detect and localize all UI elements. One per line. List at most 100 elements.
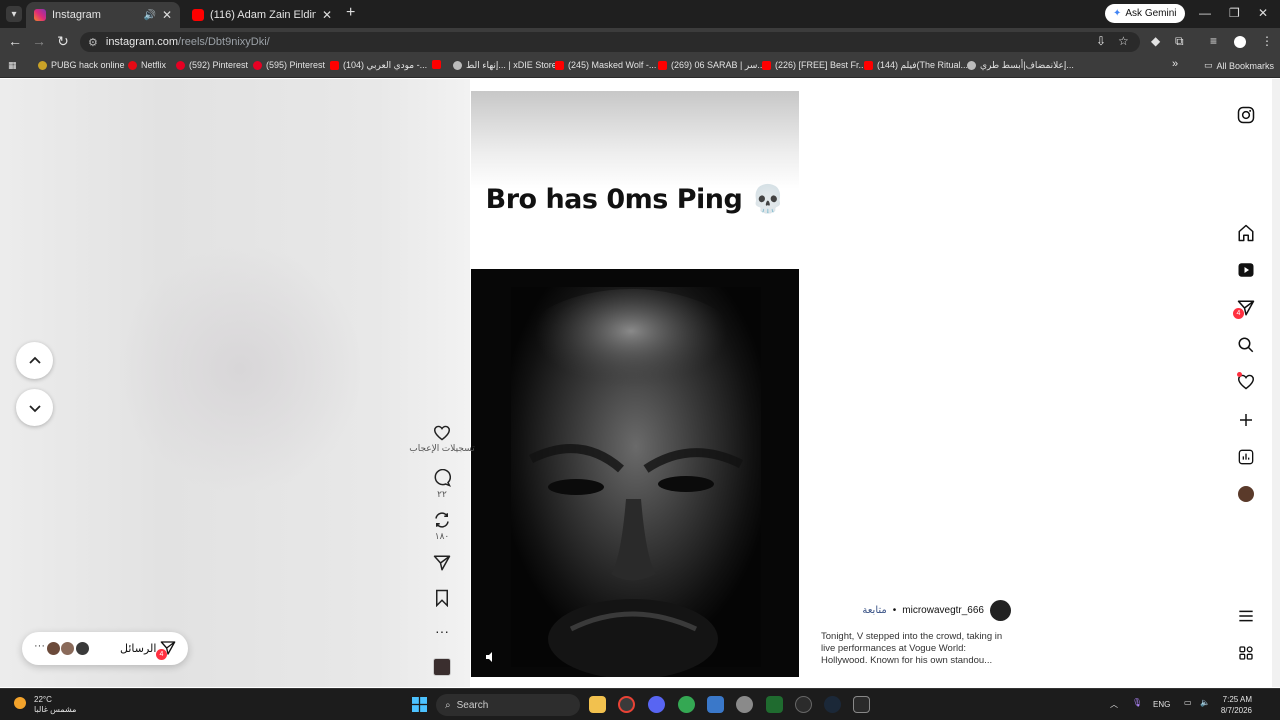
- minimize-icon[interactable]: —: [1199, 6, 1211, 20]
- instagram-logo-icon[interactable]: [1236, 105, 1256, 125]
- taskbar-clock[interactable]: 7:25 AM 8/7/2026: [1218, 694, 1252, 716]
- bookmark-item[interactable]: (592) Pinterest: [176, 60, 248, 70]
- reel-player[interactable]: Bro has 0ms Ping 💀: [471, 91, 799, 677]
- language-indicator[interactable]: ENG: [1153, 700, 1170, 709]
- bookmark-item[interactable]: إنهاء الط... | xDIE Store: [453, 60, 557, 71]
- tab-title: (116) Adam Zain Eldin - Ah Ya H: [210, 9, 316, 21]
- media-control-icon[interactable]: ≡: [1210, 34, 1217, 48]
- bookmark-item[interactable]: (245) Masked Wolf -...: [555, 60, 656, 70]
- tab-youtube[interactable]: (116) Adam Zain Eldin - Ah Ya H ✕: [184, 2, 340, 28]
- author-username[interactable]: microwavegtr_666: [902, 605, 984, 616]
- mute-icon[interactable]: [485, 651, 499, 665]
- repost-icon: [435, 512, 449, 528]
- author-avatar[interactable]: [990, 599, 1011, 621]
- chrome-icon[interactable]: [618, 696, 635, 713]
- folder-icon: ▭: [1204, 60, 1213, 70]
- like-button[interactable]: تسجيلات الإعجاب: [408, 425, 476, 454]
- restore-icon[interactable]: ❐: [1229, 6, 1240, 20]
- heart-icon: [433, 425, 451, 441]
- follow-button[interactable]: متابعة: [862, 605, 886, 616]
- post-description[interactable]: Tonight, V stepped into the crowd, takin…: [821, 631, 1007, 667]
- home-icon[interactable]: [1236, 223, 1256, 243]
- netflix-icon: [128, 60, 137, 70]
- instagram-favicon-icon: [34, 9, 46, 21]
- repost-button[interactable]: ١٨٠: [408, 511, 476, 542]
- reel-video[interactable]: [471, 269, 799, 677]
- taskbar-search[interactable]: ⌕ Search: [436, 694, 580, 716]
- network-icon[interactable]: ▭: [1184, 698, 1192, 707]
- more-options-icon[interactable]: ···: [408, 623, 476, 639]
- bookmark-item[interactable]: (226) [FREE] Best Fr...: [762, 60, 866, 70]
- discord-icon[interactable]: [648, 696, 665, 713]
- new-tab-button[interactable]: +: [346, 5, 355, 21]
- clock-time: 7:25 AM: [1222, 695, 1252, 704]
- bookmark-star-icon[interactable]: ☆: [1118, 34, 1129, 48]
- all-bookmarks-label: All Bookmarks: [1216, 60, 1275, 71]
- profile-avatar[interactable]: [1234, 36, 1246, 48]
- profile-avatar-icon[interactable]: [1236, 484, 1256, 504]
- media-app-icon[interactable]: [795, 696, 812, 713]
- bookmark-label: إعلانمضاف|أبسط طري...: [980, 60, 1074, 70]
- steam-icon[interactable]: [824, 696, 841, 713]
- close-window-icon[interactable]: ✕: [1258, 6, 1268, 20]
- address-bar[interactable]: ⚙ instagram.com/reels/Dbt9nixyDki/: [80, 32, 1140, 52]
- separator-dot: •: [892, 604, 897, 616]
- chrome-profile-icon[interactable]: [678, 696, 695, 713]
- extension-icon[interactable]: ◆: [1151, 34, 1160, 48]
- close-tab-icon[interactable]: ✕: [322, 8, 332, 22]
- apps-grid-icon[interactable]: ▦: [8, 60, 17, 71]
- messages-button[interactable]: ··· الرسائل 4: [22, 632, 188, 665]
- youtube-icon: [658, 61, 667, 70]
- page-scrollbar[interactable]: [1272, 79, 1280, 687]
- next-reel-button[interactable]: [16, 389, 53, 426]
- share-button[interactable]: [408, 554, 476, 572]
- file-explorer-icon[interactable]: [589, 696, 606, 713]
- settings-gear-icon[interactable]: [736, 696, 753, 713]
- tray-chevron-up-icon[interactable]: ︿: [1110, 699, 1118, 710]
- dashboard-icon[interactable]: [1236, 447, 1256, 467]
- bookmark-item[interactable]: (104) مودي العربي -...: [330, 60, 427, 71]
- contact-avatar: [75, 641, 90, 656]
- extensions-puzzle-icon[interactable]: ⧉: [1175, 34, 1184, 49]
- notifications-heart-icon[interactable]: [1236, 372, 1256, 392]
- direct-messages-icon[interactable]: 4: [1233, 298, 1256, 319]
- calculator-icon[interactable]: [707, 696, 724, 713]
- menu-kebab-icon[interactable]: ⋮: [1261, 34, 1273, 48]
- microphone-icon[interactable]: 🎙: [1132, 698, 1142, 707]
- reload-icon[interactable]: ↻: [54, 33, 72, 50]
- previous-reel-button[interactable]: [16, 342, 53, 379]
- bookmark-item[interactable]: [432, 60, 441, 69]
- bookmark-item[interactable]: PUBG hack online: [38, 60, 125, 70]
- back-icon[interactable]: ←: [6, 33, 24, 49]
- clock-date: 8/7/2026: [1220, 706, 1252, 715]
- save-button[interactable]: [408, 589, 476, 607]
- audio-thumbnail[interactable]: [433, 658, 451, 676]
- search-icon[interactable]: [1236, 335, 1256, 355]
- bookmark-item[interactable]: Netflix: [128, 60, 166, 70]
- bookmark-item[interactable]: (595) Pinterest: [253, 60, 325, 70]
- all-bookmarks-button[interactable]: ▭ All Bookmarks: [1204, 60, 1274, 71]
- terminal-app-icon[interactable]: [766, 696, 783, 713]
- bookmark-item[interactable]: إعلانمضاف|أبسط طري...: [967, 60, 1074, 71]
- install-app-icon[interactable]: ⇩: [1096, 34, 1106, 48]
- tab-search-button[interactable]: ▾: [6, 6, 22, 22]
- ask-gemini-button[interactable]: ✦ Ask Gemini: [1105, 4, 1185, 23]
- bookmark-label: (104) مودي العربي -...: [343, 60, 428, 70]
- messages-label: الرسائل: [120, 643, 157, 655]
- close-tab-icon[interactable]: ✕: [162, 8, 172, 22]
- more-bookmarks-icon[interactable]: »: [1172, 58, 1178, 70]
- comment-button[interactable]: ٢٢: [408, 469, 476, 500]
- weather-text: مشمس غالبا: [34, 705, 77, 714]
- tab-instagram[interactable]: Instagram 🔊 ✕: [26, 2, 180, 28]
- site-info-icon[interactable]: ⚙: [88, 36, 98, 49]
- volume-icon[interactable]: 🔈: [1200, 698, 1210, 707]
- bookmark-item[interactable]: (269) 06 SARAB | سر...: [658, 60, 765, 71]
- create-plus-icon[interactable]: [1236, 410, 1256, 430]
- windows-start-icon[interactable]: [412, 697, 427, 712]
- hamburger-menu-icon[interactable]: [1236, 606, 1256, 626]
- bookmark-item[interactable]: (144) فيلم(The Ritual...: [864, 60, 968, 71]
- more-apps-icon[interactable]: [1236, 643, 1256, 663]
- reels-icon[interactable]: [1236, 260, 1256, 280]
- forward-icon[interactable]: →: [30, 33, 48, 49]
- epic-games-icon[interactable]: [853, 696, 870, 713]
